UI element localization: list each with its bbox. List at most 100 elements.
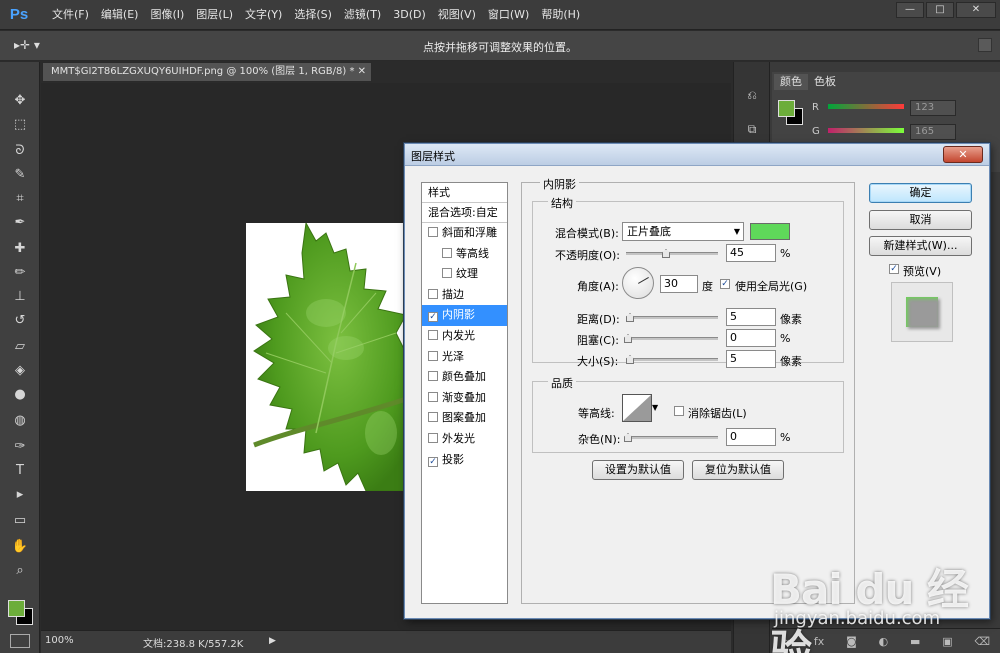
maximize-button[interactable]: □ — [926, 2, 954, 18]
menu-item[interactable]: 文件(F) — [46, 0, 95, 30]
trash-icon[interactable]: ⌫ — [974, 635, 990, 648]
noise-slider[interactable] — [624, 433, 718, 442]
move-tool-icon[interactable]: ✥ — [10, 92, 30, 110]
angle-input[interactable]: 30 — [660, 275, 698, 293]
style-checkbox[interactable] — [428, 412, 438, 423]
style-checkbox[interactable] — [428, 371, 438, 382]
foreground-color-swatch[interactable] — [8, 600, 25, 617]
new-layer-icon[interactable]: ▣ — [942, 635, 952, 648]
paint-bucket-tool-icon[interactable]: ◈ — [10, 362, 30, 380]
reset-default-button[interactable]: 复位为默认值 — [692, 460, 784, 480]
link-layers-icon[interactable]: ∞ — [783, 635, 792, 648]
menu-item[interactable]: 窗口(W) — [482, 0, 535, 30]
quick-select-tool-icon[interactable]: ✎ — [10, 166, 30, 184]
style-item[interactable]: 纹理 — [422, 264, 507, 285]
choke-slider[interactable] — [624, 334, 718, 343]
shadow-color-swatch[interactable] — [750, 223, 790, 240]
size-input[interactable]: 5 — [726, 350, 776, 368]
r-channel-slider[interactable] — [828, 104, 904, 109]
close-window-button[interactable]: ✕ — [956, 2, 996, 18]
size-slider[interactable] — [626, 355, 718, 364]
style-checkbox[interactable] — [442, 247, 452, 258]
blur-tool-icon[interactable]: ● — [10, 386, 30, 404]
type-tool-icon[interactable]: T — [10, 462, 30, 480]
style-checkbox[interactable] — [428, 288, 438, 299]
g-channel-value[interactable]: 165 — [910, 124, 956, 140]
style-item[interactable]: 内发光 — [422, 326, 507, 347]
distance-input[interactable]: 5 — [726, 308, 776, 326]
hand-tool-icon[interactable]: ✋ — [10, 538, 30, 556]
preview-checkbox[interactable]: ✓ — [889, 264, 899, 274]
tab-color[interactable]: 颜色 — [774, 74, 808, 90]
dialog-close-button[interactable]: ✕ — [943, 146, 983, 163]
style-checkbox[interactable]: ✓ — [428, 312, 438, 323]
minimize-button[interactable]: — — [896, 2, 924, 18]
style-checkbox[interactable] — [428, 329, 438, 340]
style-item[interactable]: ✓ 内阴影 — [422, 305, 507, 326]
zoom-level[interactable]: 100% — [45, 635, 74, 646]
blend-options-item[interactable]: 混合选项:自定 — [422, 203, 507, 223]
style-item[interactable]: 外发光 — [422, 429, 507, 450]
folder-icon[interactable]: ▬ — [910, 635, 920, 648]
contour-picker[interactable] — [622, 394, 652, 422]
menu-item[interactable]: 帮助(H) — [535, 0, 586, 30]
marquee-tool-icon[interactable]: ⬚ — [10, 116, 30, 134]
eyedropper-tool-icon[interactable]: ✒ — [10, 214, 30, 232]
menu-item[interactable]: 图层(L) — [190, 0, 239, 30]
style-item[interactable]: ✓ 投影 — [422, 450, 507, 471]
contour-dropdown-icon[interactable]: ▼ — [652, 403, 658, 412]
3d-panel-icon[interactable]: ⧉ — [742, 122, 762, 140]
style-checkbox[interactable] — [428, 432, 438, 443]
style-item[interactable]: 图案叠加 — [422, 408, 507, 429]
style-checkbox[interactable] — [428, 391, 438, 402]
new-style-button[interactable]: 新建样式(W)... — [869, 236, 972, 256]
stamp-tool-icon[interactable]: ⊥ — [10, 288, 30, 306]
r-channel-value[interactable]: 123 — [910, 100, 956, 116]
g-channel-slider[interactable] — [828, 128, 904, 133]
menu-item[interactable]: 编辑(E) — [95, 0, 145, 30]
menu-item[interactable]: 文字(Y) — [239, 0, 288, 30]
style-item[interactable]: 等高线 — [422, 244, 507, 265]
layer-style-icon[interactable]: fx — [814, 635, 824, 648]
shape-tool-icon[interactable]: ▭ — [10, 512, 30, 530]
panel-foreground-swatch[interactable] — [778, 100, 795, 117]
workspace-icon[interactable] — [978, 38, 992, 52]
pen-tool-icon[interactable]: ✑ — [10, 438, 30, 456]
style-item[interactable]: 光泽 — [422, 347, 507, 368]
opacity-slider[interactable] — [626, 249, 718, 258]
history-brush-tool-icon[interactable]: ↺ — [10, 312, 30, 330]
document-tab[interactable]: MMT$GI2T86LZGXUQY6UIHDF.png @ 100% (图层 1… — [42, 62, 372, 82]
style-item[interactable]: 斜面和浮雕 — [422, 223, 507, 244]
mask-icon[interactable]: ◙ — [846, 635, 857, 648]
adjustment-icon[interactable]: ◐ — [879, 635, 889, 648]
global-light-checkbox[interactable]: ✓ — [720, 279, 730, 289]
style-checkbox[interactable] — [428, 350, 438, 361]
noise-input[interactable]: 0 — [726, 428, 776, 446]
style-item[interactable]: 颜色叠加 — [422, 367, 507, 388]
style-item[interactable]: 渐变叠加 — [422, 388, 507, 409]
dodge-tool-icon[interactable]: ◍ — [10, 412, 30, 430]
history-panel-icon[interactable]: ⎌ — [742, 88, 762, 106]
path-select-tool-icon[interactable]: ▸ — [10, 486, 30, 504]
tab-swatches[interactable]: 色板 — [808, 74, 842, 90]
angle-dial[interactable] — [622, 267, 654, 299]
lasso-tool-icon[interactable]: ᘐ — [10, 142, 30, 160]
cancel-button[interactable]: 取消 — [869, 210, 972, 230]
ok-button[interactable]: 确定 — [869, 183, 972, 203]
style-checkbox[interactable] — [428, 227, 438, 237]
choke-input[interactable]: 0 — [726, 329, 776, 347]
menu-item[interactable]: 视图(V) — [432, 0, 482, 30]
distance-slider[interactable] — [626, 313, 718, 322]
eraser-tool-icon[interactable]: ▱ — [10, 338, 30, 356]
styles-header[interactable]: 样式 — [422, 183, 507, 203]
healing-tool-icon[interactable]: ✚ — [10, 240, 30, 258]
leaf-image[interactable] — [246, 223, 406, 491]
blend-mode-select[interactable]: 正片叠底 ▼ — [622, 222, 744, 241]
crop-tool-icon[interactable]: ⌗ — [10, 190, 30, 208]
style-checkbox[interactable] — [442, 268, 452, 279]
zoom-tool-icon[interactable]: ⌕ — [10, 562, 30, 580]
set-default-button[interactable]: 设置为默认值 — [592, 460, 684, 480]
brush-tool-icon[interactable]: ✏ — [10, 264, 30, 282]
dialog-titlebar[interactable]: 图层样式 ✕ — [405, 144, 989, 166]
menu-item[interactable]: 图像(I) — [144, 0, 190, 30]
